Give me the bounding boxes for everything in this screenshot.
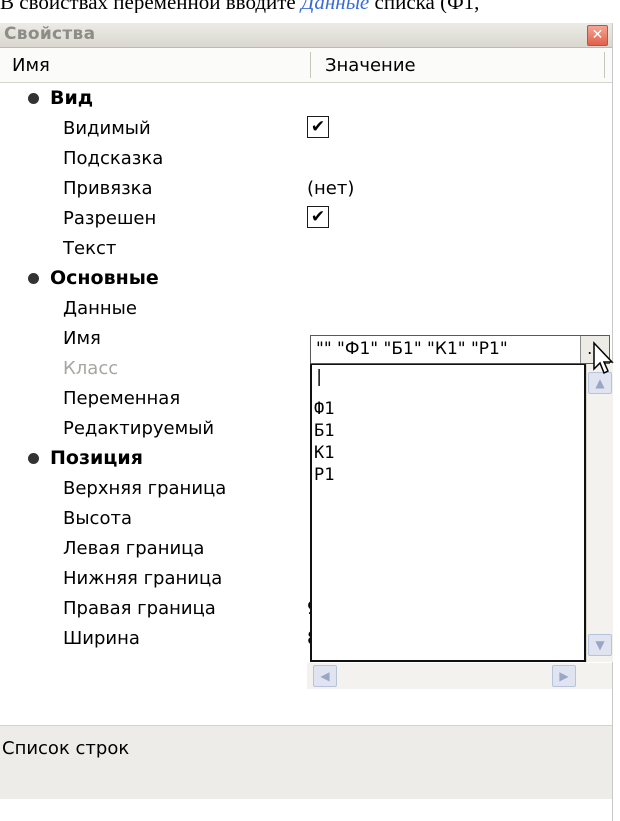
prop-name: Переменная: [63, 388, 181, 409]
prop-name: Высота: [63, 508, 132, 529]
name-column-header[interactable]: Имя: [12, 55, 50, 76]
properties-panel: Свойства ✕ Имя Значение Вид Видимый ✔ По…: [0, 23, 614, 821]
prop-name: Класс: [63, 358, 119, 379]
prop-name: Привязка: [63, 178, 153, 199]
data-editor-field[interactable]: "" "Ф1" "Б1" "К1" "Р1" …: [310, 335, 610, 364]
grid-header: Имя Значение: [0, 48, 612, 83]
caption-link: Данные: [301, 0, 370, 13]
document-caption: В свойствах переменной вводите Данные сп…: [0, 0, 620, 13]
horizontal-scrollbar[interactable]: ◀ ▶: [307, 663, 612, 689]
list-item[interactable]: Ф1: [314, 399, 334, 419]
prop-name: Данные: [63, 298, 137, 319]
bullet-icon: [28, 453, 39, 464]
value-column-header[interactable]: Значение: [325, 55, 416, 76]
close-icon[interactable]: ✕: [587, 25, 608, 46]
prop-name: Разрешен: [63, 208, 157, 229]
column-divider[interactable]: [310, 52, 311, 78]
section-label: Основные: [50, 267, 159, 289]
prop-row-text[interactable]: Текст: [0, 233, 612, 263]
prop-row-visible[interactable]: Видимый ✔: [0, 113, 612, 143]
scroll-right-icon[interactable]: ▶: [552, 665, 576, 687]
prop-name: Подсказка: [63, 148, 164, 169]
status-bar: Список строк: [0, 725, 612, 799]
prop-name: Верхняя граница: [63, 478, 227, 499]
list-item[interactable]: |: [314, 367, 324, 387]
mouse-pointer-icon: [593, 341, 614, 375]
prop-name: Видимый: [63, 118, 151, 139]
prop-row-enabled[interactable]: Разрешен ✔: [0, 203, 612, 233]
enabled-checkbox[interactable]: ✔: [307, 206, 329, 228]
prop-name: Имя: [63, 328, 101, 349]
prop-name: Редактируемый: [63, 418, 215, 439]
prop-row-data[interactable]: Данные: [0, 293, 612, 323]
list-item[interactable]: Б1: [314, 421, 334, 441]
list-item[interactable]: Р1: [314, 465, 334, 485]
prop-row-binding[interactable]: Привязка (нет): [0, 173, 612, 203]
list-item[interactable]: К1: [314, 443, 334, 463]
panel-titlebar[interactable]: Свойства ✕: [0, 23, 612, 48]
caption-prefix: В свойствах переменной вводите: [0, 0, 296, 13]
status-text: Список строк: [2, 738, 130, 759]
visible-checkbox[interactable]: ✔: [307, 116, 329, 138]
prop-value[interactable]: (нет): [307, 178, 354, 199]
data-items-list[interactable]: | Ф1 Б1 К1 Р1: [310, 364, 586, 662]
data-editor-value[interactable]: "" "Ф1" "Б1" "К1" "Р1": [316, 339, 508, 359]
prop-name: Левая граница: [63, 538, 205, 559]
scroll-left-icon[interactable]: ◀: [313, 665, 337, 687]
caption-suffix: списка (Ф1,: [374, 0, 480, 13]
section-label: Вид: [50, 87, 94, 109]
bullet-icon: [28, 273, 39, 284]
vertical-scrollbar[interactable]: ▲ ▼: [586, 364, 613, 662]
column-divider-end: [604, 52, 605, 78]
bullet-icon: [28, 93, 39, 104]
prop-name: Ширина: [63, 628, 140, 649]
prop-row-hint[interactable]: Подсказка: [0, 143, 612, 173]
prop-name: Правая граница: [63, 598, 216, 619]
section-view[interactable]: Вид: [0, 83, 612, 113]
panel-title: Свойства: [4, 24, 96, 44]
scroll-down-icon[interactable]: ▼: [588, 634, 612, 656]
section-basic[interactable]: Основные: [0, 263, 612, 293]
prop-name: Нижняя граница: [63, 568, 223, 589]
section-label: Позиция: [50, 447, 143, 469]
prop-name: Текст: [63, 238, 117, 259]
